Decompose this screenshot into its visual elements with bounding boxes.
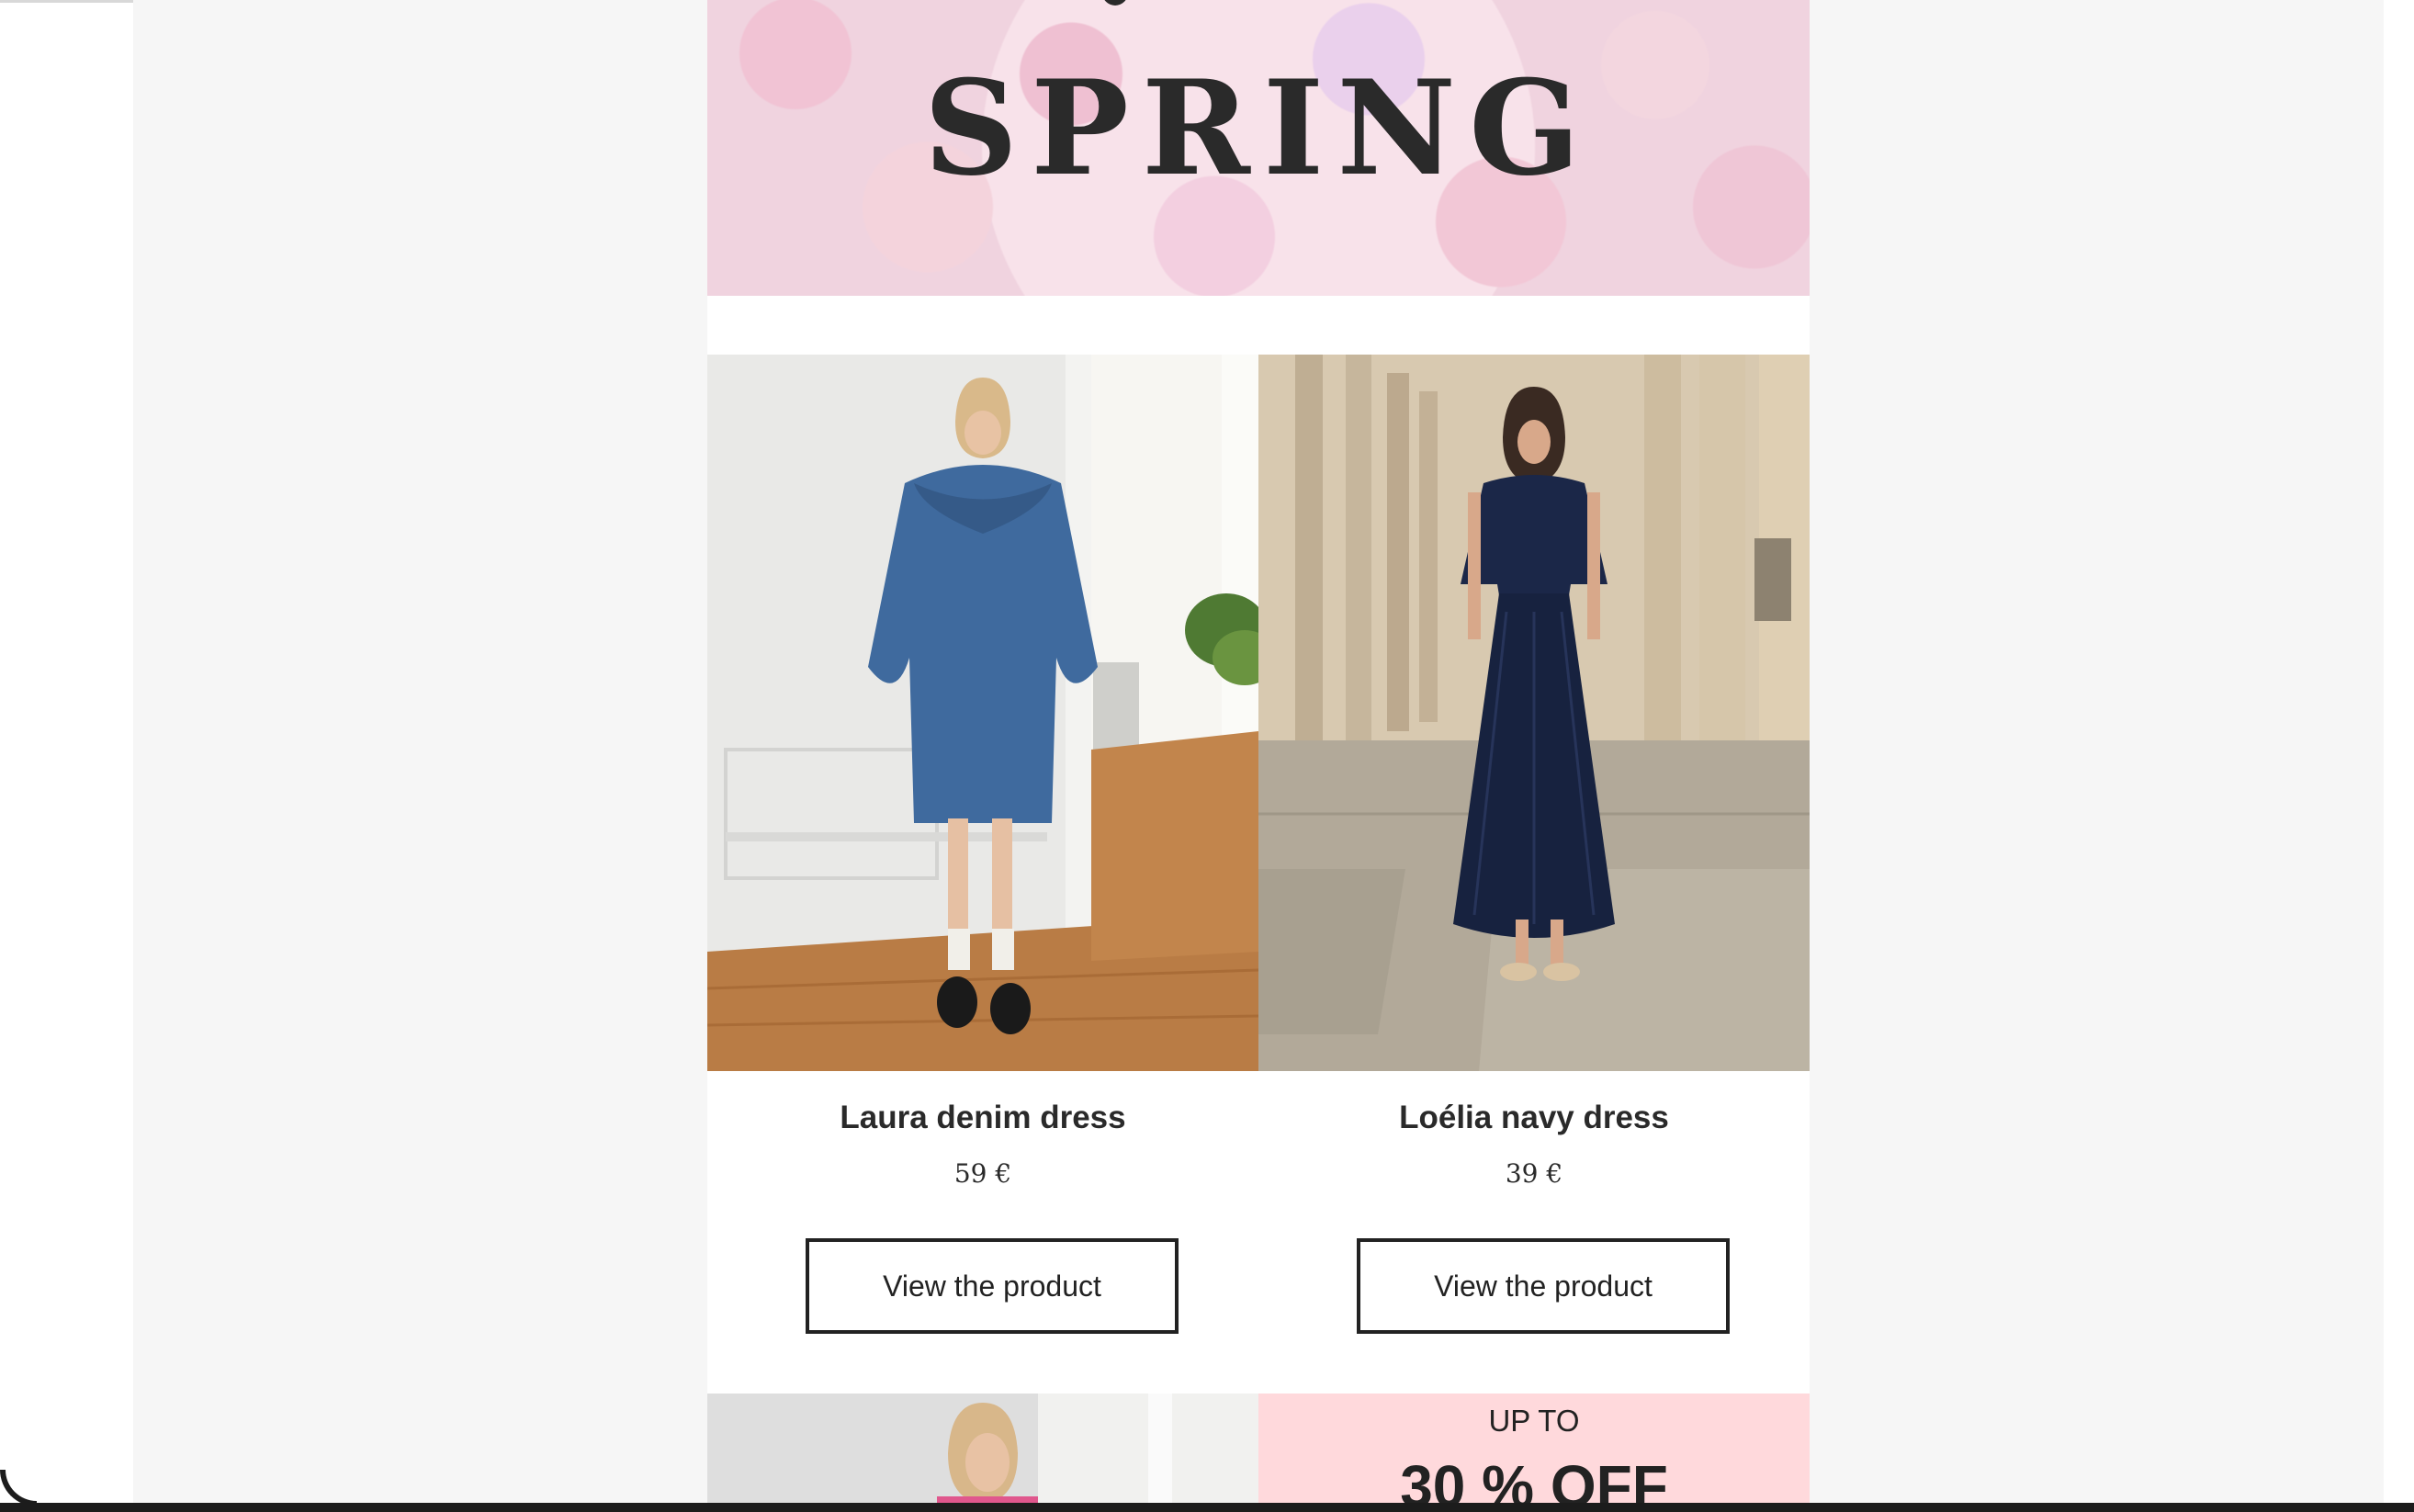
product-card-laura: Laura denim dress 59 € View the product: [707, 355, 1258, 1394]
product-grid: Laura denim dress 59 € View the product: [707, 355, 1810, 1394]
bottom-frame: [0, 1503, 2414, 1512]
product-name[interactable]: Loélia navy dress: [1258, 1097, 1810, 1139]
product-name[interactable]: Laura denim dress: [707, 1097, 1258, 1139]
product-price: 39 €: [1505, 1158, 1563, 1189]
view-product-button[interactable]: View the product: [806, 1238, 1179, 1334]
spring-banner: SPRING: [707, 0, 1810, 296]
product-image-denim-dress[interactable]: [707, 355, 1258, 1071]
banner-title: SPRING: [923, 52, 1594, 205]
promo-banner[interactable]: UP TO 30 % OFF: [1258, 1394, 1810, 1505]
right-margin: [2384, 0, 2414, 1503]
promo-line-2: 30 % OFF: [1400, 1453, 1668, 1505]
product-image-navy-dress[interactable]: [1258, 355, 1810, 1071]
email-body: SPRING Laura denim dress 59 € View the p…: [707, 0, 1810, 1505]
product-card-loelia: Loélia navy dress 39 € View the product: [1258, 355, 1810, 1394]
banner-decoration: [1102, 0, 1128, 6]
lifestyle-image[interactable]: [707, 1394, 1258, 1505]
product-price: 59 €: [953, 1158, 1012, 1189]
view-product-button[interactable]: View the product: [1357, 1238, 1730, 1334]
email-viewport[interactable]: SPRING Laura denim dress 59 € View the p…: [133, 0, 2384, 1505]
promo-line-1: UP TO: [1488, 1404, 1580, 1438]
left-margin: [0, 0, 133, 1512]
